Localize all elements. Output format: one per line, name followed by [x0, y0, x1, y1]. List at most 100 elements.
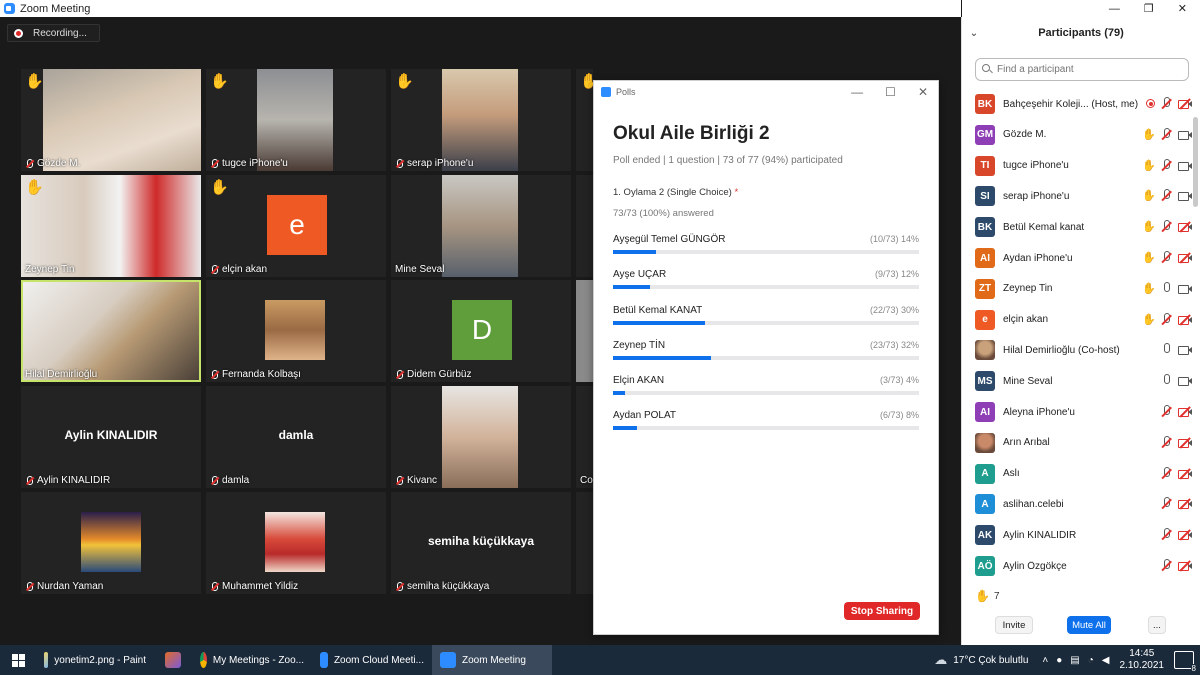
mute-all-button[interactable]: Mute All — [1067, 616, 1111, 634]
close-icon[interactable]: ✕ — [1178, 2, 1187, 15]
start-button[interactable] — [0, 645, 36, 675]
taskbar-item-media-player[interactable] — [154, 645, 192, 675]
invite-button[interactable]: Invite — [995, 616, 1033, 634]
mic-icon[interactable] — [1160, 343, 1173, 356]
video-tile[interactable]: ✋ tugce iPhone'u — [206, 69, 386, 171]
video-tile[interactable]: ✋ Gözde M. — [21, 69, 201, 171]
video-tile[interactable] — [576, 280, 593, 382]
video-tile-active-speaker[interactable]: Hilal Demirlioğlu — [21, 280, 201, 382]
video-tile[interactable]: Muhammet Yildiz — [206, 492, 386, 594]
video-tile[interactable]: damla damla — [206, 386, 386, 488]
clock[interactable]: 14:45 2.10.2021 — [1120, 648, 1165, 672]
mic-icon[interactable] — [1160, 374, 1173, 387]
video-tile[interactable]: Kivanc — [391, 386, 571, 488]
maximize-icon[interactable]: ☐ — [885, 85, 896, 99]
video-tile[interactable]: semiha küçükkaya semiha küçükkaya — [391, 492, 571, 594]
participant-row[interactable]: MS Mine Seval — [962, 366, 1194, 396]
video-tile[interactable]: ✋ serap iPhone'u — [391, 69, 571, 171]
weather-text[interactable]: 17°C Çok bulutlu — [953, 655, 1028, 666]
video-tile[interactable] — [576, 492, 593, 594]
participant-row[interactable]: BK Betül Kemal kanat ✋ — [962, 212, 1194, 242]
video-off-icon[interactable] — [1178, 251, 1192, 264]
minimize-icon[interactable]: — — [851, 85, 863, 99]
participant-row[interactable]: A Aslı — [962, 459, 1194, 489]
video-tile[interactable]: D Didem Gürbüz — [391, 280, 571, 382]
mic-muted-icon[interactable] — [1160, 189, 1173, 202]
close-icon[interactable]: ✕ — [918, 85, 928, 99]
restore-icon[interactable]: ❐ — [1144, 2, 1154, 15]
mic-muted-icon[interactable] — [1160, 528, 1173, 541]
minimize-icon[interactable]: — — [1109, 3, 1120, 15]
video-tile[interactable]: Fernanda Kolbaşı — [206, 280, 386, 382]
mic-muted-icon[interactable] — [1160, 435, 1173, 449]
participant-row[interactable]: AK Aylin KINALIDIR — [962, 520, 1194, 550]
video-icon[interactable] — [1178, 343, 1192, 356]
notifications-icon[interactable]: 8 — [1174, 651, 1197, 673]
participant-row[interactable]: TI tugce iPhone'u ✋ — [962, 151, 1194, 181]
video-tile[interactable]: Cor — [576, 386, 593, 488]
microphone-icon[interactable]: ● — [1056, 655, 1062, 666]
video-off-icon[interactable] — [1178, 405, 1192, 418]
video-off-icon[interactable] — [1178, 559, 1192, 572]
participant-search[interactable] — [975, 58, 1189, 81]
chevron-up-icon[interactable]: ˄ — [1042, 655, 1048, 666]
video-tile[interactable]: e ✋ elçin akan — [206, 175, 386, 277]
video-off-icon[interactable] — [1178, 436, 1192, 449]
mic-icon[interactable] — [1160, 281, 1173, 295]
chevron-down-icon[interactable]: ⌄ — [962, 28, 986, 39]
participant-row[interactable]: e elçin akan ✋ — [962, 305, 1194, 335]
mic-muted-icon[interactable] — [1160, 497, 1173, 510]
video-off-icon[interactable] — [1178, 220, 1192, 233]
participant-status-icons — [1160, 559, 1192, 572]
mic-muted-icon[interactable] — [1160, 312, 1173, 326]
participant-row[interactable]: SI serap iPhone'u ✋ — [962, 181, 1194, 211]
video-off-icon[interactable] — [1178, 467, 1192, 480]
participant-row[interactable]: ZT Zeynep Tin ✋ — [962, 274, 1194, 304]
wifi-icon[interactable]: ◔ — [1088, 655, 1094, 666]
mic-muted-icon[interactable] — [1160, 220, 1173, 233]
video-off-icon[interactable] — [1178, 528, 1192, 541]
participant-name: Gözde M. — [1003, 129, 1047, 141]
participant-row[interactable]: Arın Arıbal — [962, 428, 1194, 458]
video-icon[interactable] — [1178, 159, 1192, 172]
stop-sharing-button[interactable]: Stop Sharing — [844, 602, 920, 620]
mic-muted-icon[interactable] — [1160, 559, 1173, 572]
video-icon[interactable] — [1178, 282, 1192, 295]
participant-row[interactable]: Aaslihan.celebi — [962, 489, 1194, 519]
video-tile[interactable]: Nurdan Yaman — [21, 492, 201, 594]
search-input[interactable] — [997, 64, 1177, 75]
taskbar-item-zoom-meeting[interactable]: Zoom Meeting — [432, 645, 552, 675]
more-button[interactable]: ... — [1148, 616, 1166, 634]
mic-muted-icon[interactable] — [1160, 97, 1173, 110]
participant-row[interactable]: GM Gözde M. ✋ — [962, 120, 1194, 150]
mic-muted-icon[interactable] — [1160, 127, 1173, 141]
participant-row[interactable]: AÖ Aylin Özgökçe — [962, 551, 1194, 581]
mic-muted-icon[interactable] — [1160, 251, 1173, 264]
video-tile[interactable]: ✋ — [576, 69, 593, 171]
video-icon[interactable] — [1178, 189, 1192, 202]
video-icon[interactable] — [1178, 374, 1192, 387]
video-off-icon[interactable] — [1178, 497, 1192, 510]
participant-row[interactable]: BK Bahçeşehir Koleji... (Host, me) — [962, 89, 1194, 119]
video-tile[interactable]: Mine Seval — [391, 175, 571, 277]
video-icon[interactable] — [1178, 128, 1192, 141]
participant-row[interactable]: AI Aydan iPhone'u ✋ — [962, 243, 1194, 273]
taskbar-item-zoom-cloud[interactable]: Zoom Cloud Meeti... — [312, 645, 432, 675]
mic-muted-icon[interactable] — [1160, 466, 1173, 480]
video-tile[interactable]: ✋ Zeynep Tin — [21, 175, 201, 277]
taskbar-item-chrome[interactable]: My Meetings - Zoo... — [192, 645, 312, 675]
scrollbar[interactable] — [1193, 117, 1198, 207]
taskbar-item-paint[interactable]: yonetim2.png - Paint — [36, 645, 154, 675]
recording-indicator[interactable]: Recording... — [7, 24, 100, 42]
network-icon[interactable]: ▤ — [1070, 655, 1079, 666]
participant-row[interactable]: AI Aleyna iPhone'u — [962, 397, 1194, 427]
mic-muted-icon[interactable] — [1160, 158, 1173, 172]
video-off-icon[interactable] — [1178, 313, 1192, 326]
video-tile[interactable] — [576, 175, 593, 277]
participant-status-icons: ✋ — [1142, 220, 1192, 233]
volume-icon[interactable]: ◀ — [1102, 655, 1110, 666]
video-off-icon[interactable] — [1178, 97, 1192, 110]
mic-muted-icon[interactable] — [1160, 405, 1173, 418]
video-tile[interactable]: Aylin KINALIDIR Aylin KINALIDIR — [21, 386, 201, 488]
participant-row[interactable]: Hilal Demirlioğlu (Co-host) — [962, 335, 1194, 365]
